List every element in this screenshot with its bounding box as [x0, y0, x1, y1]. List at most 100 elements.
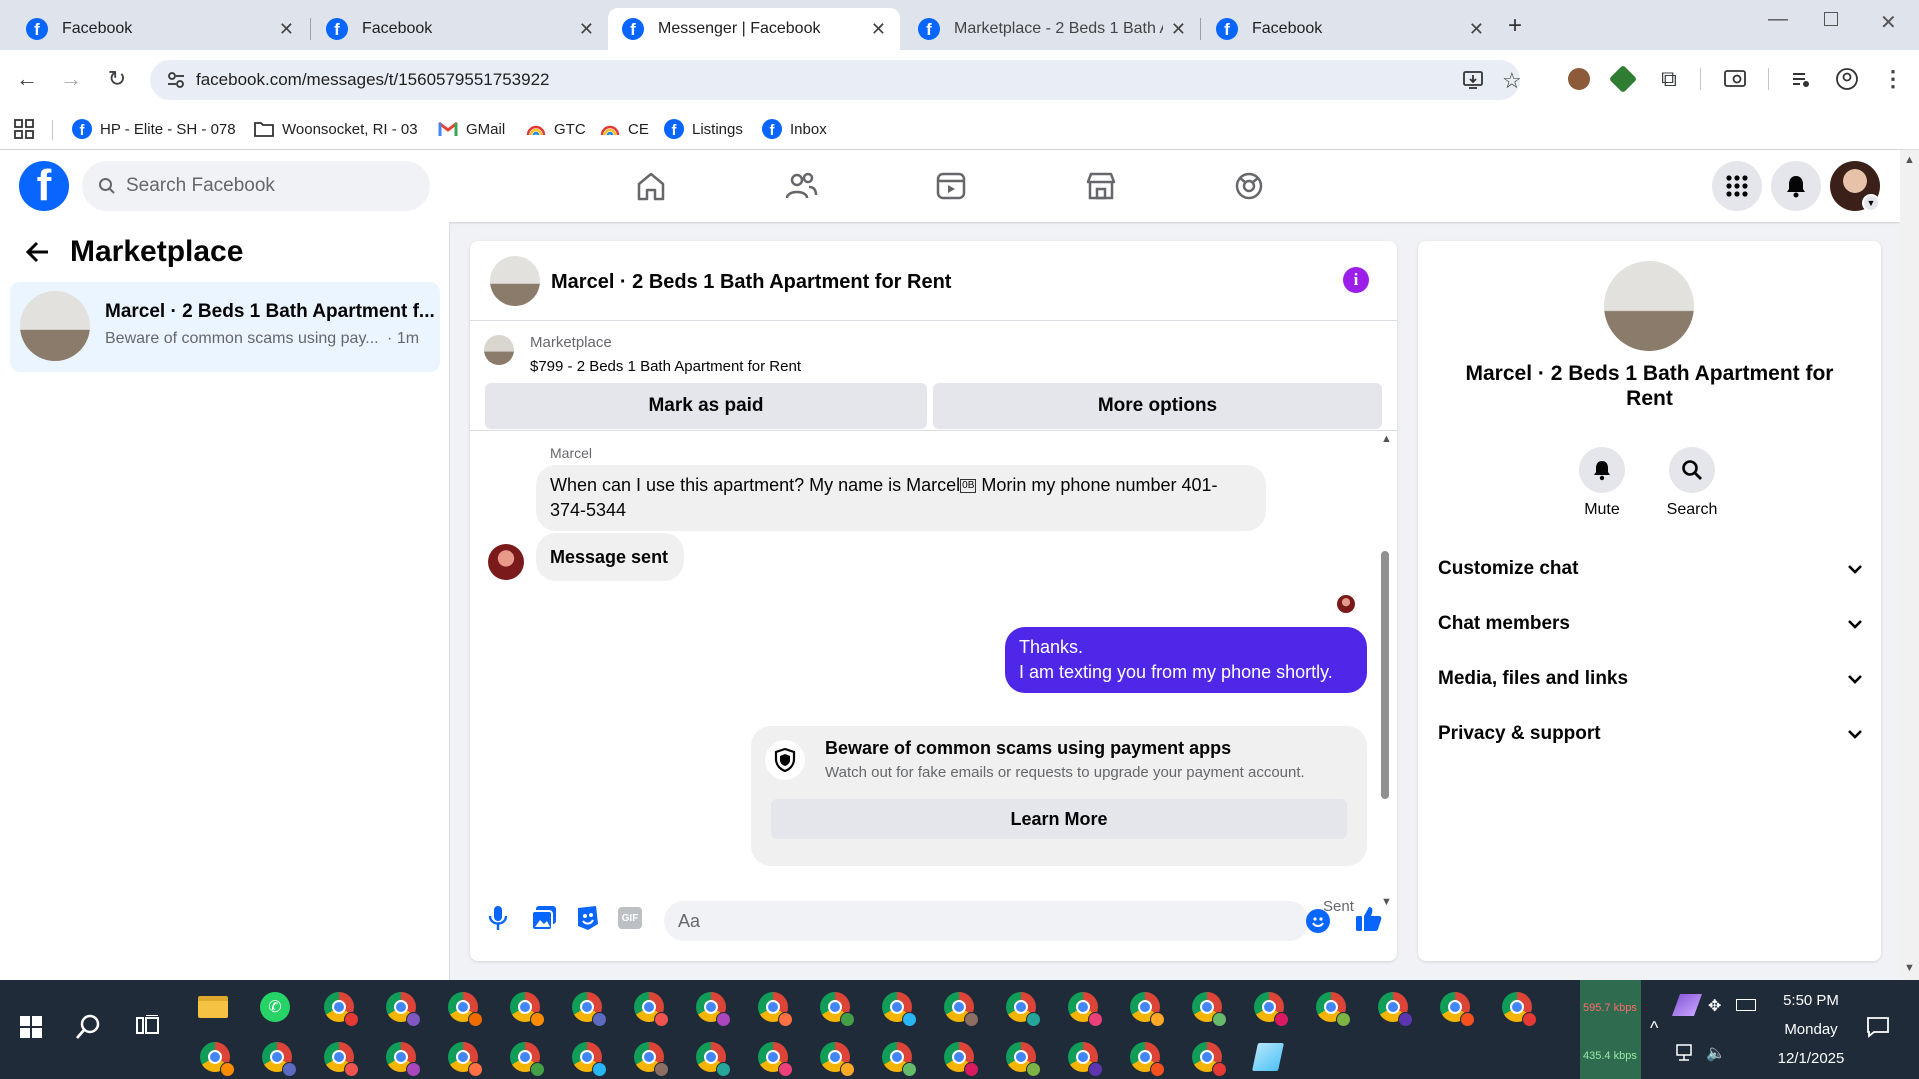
- accordion-customize-chat[interactable]: Customize chat: [1438, 549, 1863, 589]
- chrome-profile-icon[interactable]: [1314, 990, 1351, 1027]
- chevron-down-icon[interactable]: ▼: [1862, 194, 1880, 212]
- back-arrow-icon[interactable]: [24, 240, 50, 264]
- apps-grid-icon[interactable]: [14, 116, 34, 142]
- thread-scrollbar[interactable]: ▲ ▼: [1378, 431, 1393, 908]
- chrome-profile-icon[interactable]: [1128, 1040, 1165, 1077]
- home-icon[interactable]: [634, 170, 670, 204]
- chat-list-item[interactable]: Marcel · 2 Beds 1 Bath Apartment f... Be…: [10, 282, 440, 372]
- browser-tab-active[interactable]: f Messenger | Facebook ✕: [608, 8, 900, 50]
- scrollbar-thumb[interactable]: [1381, 551, 1389, 799]
- chrome-profile-icon[interactable]: [570, 1040, 607, 1077]
- scroll-down-icon[interactable]: ▼: [1904, 962, 1915, 974]
- chrome-profile-icon[interactable]: [1438, 990, 1475, 1027]
- accordion-media-files-links[interactable]: Media, files and links: [1438, 659, 1863, 699]
- chrome-profile-icon[interactable]: [1252, 990, 1289, 1027]
- close-icon[interactable]: ✕: [279, 19, 294, 40]
- extensions-puzzle-icon[interactable]: ⧉: [1656, 66, 1682, 92]
- close-icon[interactable]: ✕: [579, 19, 594, 40]
- chrome-profile-icon[interactable]: [1376, 990, 1413, 1027]
- chrome-profile-icon[interactable]: [632, 1040, 669, 1077]
- show-hidden-icons-icon[interactable]: ^: [1650, 1018, 1658, 1039]
- search-input[interactable]: Search Facebook: [82, 161, 430, 211]
- listing-title[interactable]: $799 - 2 Beds 1 Bath Apartment for Rent: [530, 358, 801, 375]
- chrome-profile-icon[interactable]: [632, 990, 669, 1027]
- chrome-profile-icon[interactable]: [1190, 990, 1227, 1027]
- like-thumbs-up-icon[interactable]: [1355, 905, 1383, 933]
- back-icon[interactable]: ←: [12, 64, 42, 94]
- chrome-profile-icon[interactable]: [446, 990, 483, 1027]
- window-close-icon[interactable]: ✕: [1880, 10, 1897, 35]
- chrome-profile-icon[interactable]: [818, 990, 855, 1027]
- message-input[interactable]: Aa: [664, 901, 1309, 941]
- microphone-icon[interactable]: [488, 905, 508, 931]
- more-options-button[interactable]: More options: [933, 383, 1382, 429]
- marketplace-icon[interactable]: [1084, 170, 1120, 204]
- chrome-profile-icon[interactable]: [694, 1040, 731, 1077]
- browser-tab[interactable]: f Facebook ✕: [312, 8, 608, 50]
- file-explorer-icon[interactable]: [198, 990, 232, 1024]
- sender-avatar[interactable]: [488, 544, 524, 580]
- extension-icon[interactable]: [1608, 64, 1638, 94]
- minimize-icon[interactable]: —: [1768, 8, 1788, 31]
- chrome-profile-icon[interactable]: [756, 1040, 793, 1077]
- chrome-profile-icon[interactable]: [384, 990, 421, 1027]
- bookmark-item[interactable]: f Listings: [664, 116, 743, 142]
- chrome-profile-icon[interactable]: [880, 990, 917, 1027]
- gif-icon[interactable]: GIF: [618, 907, 642, 929]
- chrome-profile-icon[interactable]: [1190, 1040, 1227, 1077]
- sticker-icon[interactable]: [575, 905, 599, 931]
- clock-time[interactable]: 5:50 PM: [1746, 992, 1876, 1009]
- chrome-profile-icon[interactable]: [508, 990, 545, 1027]
- cookie-extension-icon[interactable]: [1566, 66, 1592, 92]
- media-control-icon[interactable]: [1788, 66, 1814, 92]
- feather-tray-icon[interactable]: [1671, 994, 1703, 1016]
- chrome-profile-icon[interactable]: [322, 990, 359, 1027]
- chrome-profile-icon[interactable]: [198, 1040, 235, 1077]
- install-app-icon[interactable]: [1462, 69, 1484, 91]
- chrome-profile-icon[interactable]: [384, 1040, 421, 1077]
- chrome-profile-icon[interactable]: [1128, 990, 1165, 1027]
- notification-center-icon[interactable]: [1866, 1016, 1890, 1038]
- menu-grid-icon[interactable]: [1712, 161, 1762, 211]
- chrome-profile-icon[interactable]: [322, 1040, 359, 1077]
- scroll-up-icon[interactable]: ▲: [1381, 433, 1392, 445]
- conversation-title[interactable]: Marcel · 2 Beds 1 Bath Apartment for Ren…: [551, 271, 951, 294]
- chrome-profile-icon[interactable]: [694, 990, 731, 1027]
- accordion-chat-members[interactable]: Chat members: [1438, 604, 1863, 644]
- search-icon[interactable]: [74, 1013, 102, 1041]
- chrome-profile-icon[interactable]: [260, 1040, 297, 1077]
- site-info-icon[interactable]: [166, 70, 186, 90]
- close-icon[interactable]: ✕: [1171, 19, 1186, 40]
- bookmark-item[interactable]: GMail: [438, 116, 505, 142]
- mute-button[interactable]: Mute: [1567, 447, 1637, 519]
- chrome-profile-icon[interactable]: [756, 990, 793, 1027]
- search-conversation-button[interactable]: Search: [1657, 447, 1727, 519]
- bookmark-item[interactable]: CE: [600, 116, 649, 142]
- browser-tab[interactable]: f Facebook ✕: [1202, 8, 1498, 50]
- chrome-profile-icon[interactable]: [508, 1040, 545, 1077]
- bookmark-item[interactable]: f HP - Elite - SH - 078: [72, 116, 236, 142]
- chrome-profile-icon[interactable]: [570, 990, 607, 1027]
- whatsapp-icon[interactable]: ✆: [258, 990, 292, 1024]
- listing-avatar[interactable]: [1604, 261, 1694, 351]
- new-tab-icon[interactable]: +: [1508, 12, 1522, 40]
- emoji-icon[interactable]: [1306, 909, 1330, 933]
- bookmark-item[interactable]: f Inbox: [762, 116, 827, 142]
- address-bar[interactable]: facebook.com/messages/t/1560579551753922…: [150, 60, 1522, 100]
- video-icon[interactable]: [934, 170, 970, 204]
- browser-menu-icon[interactable]: ⋮: [1880, 66, 1906, 92]
- volume-icon[interactable]: 🔈: [1706, 1043, 1726, 1063]
- info-icon[interactable]: i: [1343, 267, 1369, 293]
- chrome-profile-icon[interactable]: [818, 1040, 855, 1077]
- task-view-icon[interactable]: [136, 1015, 160, 1037]
- chrome-profile-icon[interactable]: [1004, 1040, 1041, 1077]
- facebook-logo[interactable]: f: [19, 161, 69, 211]
- gaming-icon[interactable]: [1232, 170, 1268, 204]
- chrome-profile-icon[interactable]: [942, 1040, 979, 1077]
- chrome-profile-icon[interactable]: [1004, 990, 1041, 1027]
- scroll-up-icon[interactable]: ▲: [1904, 154, 1915, 166]
- bookmark-star-icon[interactable]: ☆: [1502, 68, 1522, 94]
- chrome-profile-icon[interactable]: [1066, 990, 1103, 1027]
- accordion-privacy-support[interactable]: Privacy & support: [1438, 714, 1863, 754]
- close-icon[interactable]: ✕: [1469, 19, 1484, 40]
